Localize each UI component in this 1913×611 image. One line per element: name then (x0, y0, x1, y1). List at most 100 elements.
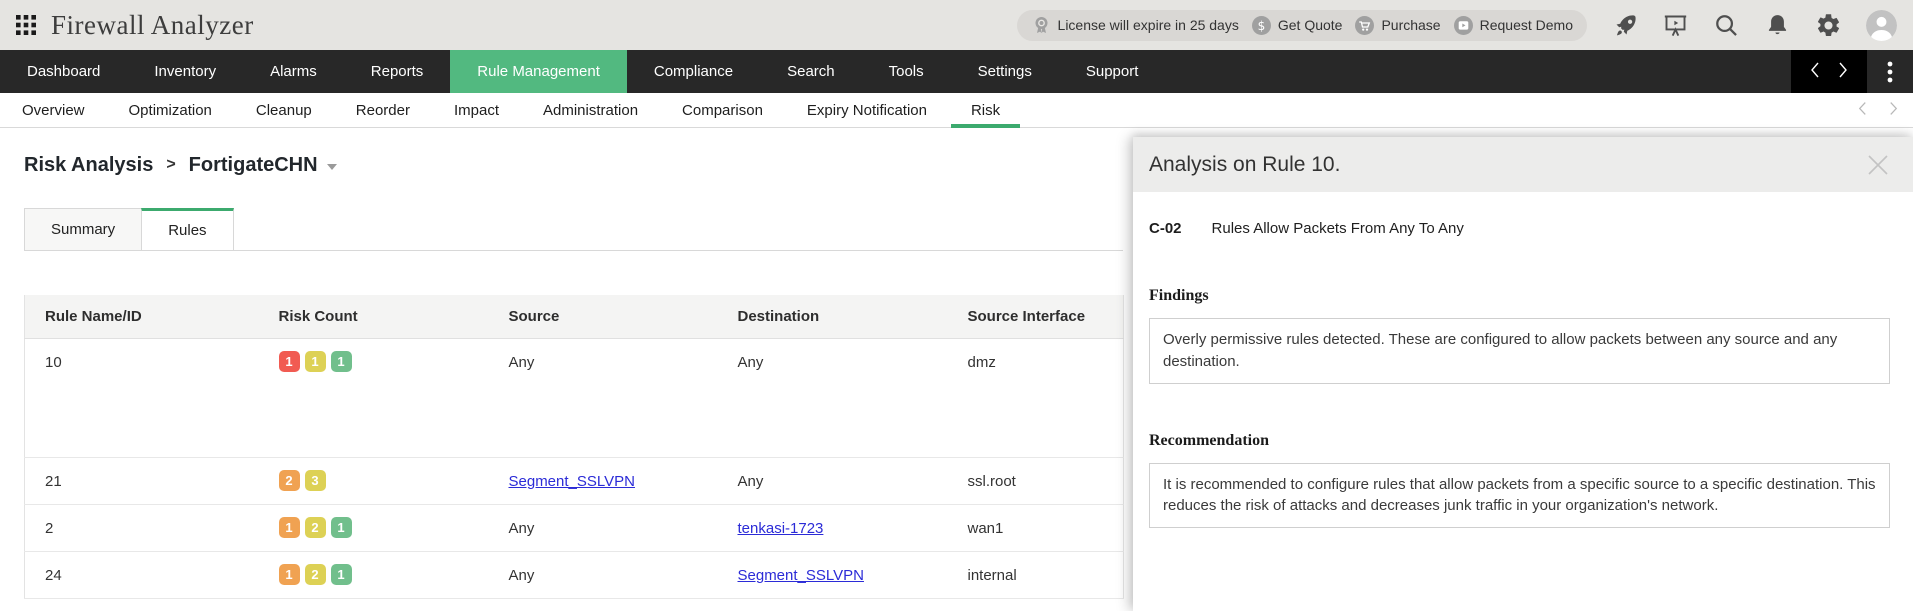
destination-link[interactable]: Segment_SSLVPN (738, 567, 864, 584)
dollar-icon: $ (1251, 15, 1272, 36)
subnav-item-administration[interactable]: Administration (521, 93, 660, 127)
header-right-cluster: License will expire in 25 days $ Get Quo… (1017, 10, 1897, 41)
nav-item-alarms[interactable]: Alarms (243, 50, 344, 93)
subnav-item-impact[interactable]: Impact (432, 93, 521, 127)
license-expiry[interactable]: License will expire in 25 days (1031, 15, 1239, 36)
search-icon[interactable] (1713, 12, 1740, 39)
findings-box: Overly permissive rules detected. These … (1149, 318, 1890, 384)
analysis-panel-title: Analysis on Rule 10. (1149, 153, 1340, 177)
nav-item-dashboard[interactable]: Dashboard (0, 50, 127, 93)
nav-item-settings[interactable]: Settings (951, 50, 1059, 93)
risk-badge-yellow[interactable]: 1 (305, 351, 326, 372)
svg-text:$: $ (1258, 19, 1266, 33)
main-nav: Dashboard Inventory Alarms Reports Rule … (0, 50, 1913, 93)
nav-scroll-right-icon[interactable] (1837, 61, 1849, 83)
table-row[interactable]: 10111AnyAnydmz (25, 339, 1124, 458)
request-demo-label: Request Demo (1480, 17, 1573, 33)
source-interface-cell: internal (948, 552, 1124, 599)
risk-code: C-02 (1149, 220, 1182, 237)
nav-overflow-kebab-icon[interactable] (1867, 50, 1913, 93)
breadcrumb-separator: > (166, 156, 175, 174)
table-row[interactable]: 2121Anytenkasi-1723wan1 (25, 505, 1124, 552)
subnav-scroll-right-icon[interactable] (1888, 101, 1899, 120)
risk-badge-yellow[interactable]: 2 (305, 517, 326, 538)
subnav-item-overview[interactable]: Overview (0, 93, 107, 127)
table-row[interactable]: 24 121 Any Segment_SSLVPN internal (25, 552, 1124, 599)
apps-grid-icon[interactable] (16, 15, 36, 35)
tab-rules[interactable]: Rules (141, 208, 233, 250)
user-avatar[interactable] (1866, 10, 1897, 41)
subnav-item-cleanup[interactable]: Cleanup (234, 93, 334, 127)
purchase-button[interactable]: Purchase (1354, 15, 1440, 36)
risk-count-cell: 121 (259, 505, 489, 552)
column-source[interactable]: Source (489, 295, 718, 339)
nav-item-compliance[interactable]: Compliance (627, 50, 760, 93)
rules-table: Rule Name/ID Risk Count Source Destinati… (24, 295, 1124, 599)
subnav-scroll-left-icon[interactable] (1857, 101, 1868, 120)
device-selector[interactable]: FortigateCHN (189, 154, 337, 177)
risk-badge-red[interactable]: 1 (279, 351, 300, 372)
column-risk-count[interactable]: Risk Count (259, 295, 489, 339)
risk-count-cell: 23 (259, 458, 489, 505)
cart-icon (1354, 15, 1375, 36)
risk-badge-yellow[interactable]: 3 (305, 470, 326, 491)
column-source-interface[interactable]: Source Interface (948, 295, 1124, 339)
destination-cell: Any (718, 458, 948, 505)
firewall-analyzer-app: Firewall Analyzer License will expire in… (0, 0, 1913, 611)
purchase-label: Purchase (1381, 17, 1440, 33)
destination-link[interactable]: tenkasi-1723 (738, 520, 824, 537)
device-name: FortigateCHN (189, 154, 318, 177)
subnav-item-reorder[interactable]: Reorder (334, 93, 432, 127)
column-destination[interactable]: Destination (718, 295, 948, 339)
recommendation-box: It is recommended to configure rules tha… (1149, 463, 1890, 529)
subnav-scroll-controls (1857, 93, 1913, 127)
source-link[interactable]: Segment_SSLVPN (509, 473, 635, 490)
nav-item-reports[interactable]: Reports (344, 50, 451, 93)
notifications-bell-icon[interactable] (1764, 12, 1791, 39)
close-icon[interactable] (1865, 152, 1891, 178)
source-interface-cell: dmz (948, 339, 1124, 458)
findings-label: Findings (1149, 287, 1890, 305)
destination-cell: Any (718, 339, 948, 458)
request-demo-button[interactable]: Request Demo (1453, 15, 1573, 36)
risk-badge-green[interactable]: 1 (331, 564, 352, 585)
rule-id-cell: 24 (25, 552, 259, 599)
app-header: Firewall Analyzer License will expire in… (0, 0, 1913, 50)
table-row[interactable]: 2123Segment_SSLVPNAnyssl.root (25, 458, 1124, 505)
presentation-demo-icon[interactable] (1662, 12, 1689, 39)
nav-item-support[interactable]: Support (1059, 50, 1166, 93)
risk-badge-orange[interactable]: 2 (279, 470, 300, 491)
chevron-down-icon (327, 164, 337, 170)
column-rule-name-id[interactable]: Rule Name/ID (25, 295, 259, 339)
risk-badge-yellow[interactable]: 2 (305, 564, 326, 585)
table-header-row: Rule Name/ID Risk Count Source Destinati… (25, 295, 1124, 339)
subnav-item-risk[interactable]: Risk (949, 93, 1022, 127)
tab-summary[interactable]: Summary (24, 208, 142, 250)
nav-item-inventory[interactable]: Inventory (127, 50, 243, 93)
nav-scroll-left-icon[interactable] (1809, 61, 1821, 83)
nav-right-controls (1791, 50, 1913, 93)
subnav-item-expiry-notification[interactable]: Expiry Notification (785, 93, 949, 127)
whats-new-rocket-icon[interactable] (1611, 12, 1638, 39)
get-quote-button[interactable]: $ Get Quote (1251, 15, 1343, 36)
get-quote-label: Get Quote (1278, 17, 1343, 33)
subnav-item-comparison[interactable]: Comparison (660, 93, 785, 127)
risk-count-cell: 111 (259, 339, 489, 458)
source-cell: Any (489, 552, 718, 599)
rule-id-cell: 10 (25, 339, 259, 458)
breadcrumb-section[interactable]: Risk Analysis (24, 154, 153, 177)
nav-item-tools[interactable]: Tools (862, 50, 951, 93)
recommendation-label: Recommendation (1149, 432, 1890, 450)
nav-item-search[interactable]: Search (760, 50, 862, 93)
risk-code-row: C-02 Rules Allow Packets From Any To Any (1149, 220, 1890, 237)
rule-management-subnav: Overview Optimization Cleanup Reorder Im… (0, 93, 1913, 128)
analysis-panel: Analysis on Rule 10. C-02 Rules Allow Pa… (1133, 137, 1913, 611)
settings-gear-icon[interactable] (1815, 12, 1842, 39)
risk-badge-green[interactable]: 1 (331, 517, 352, 538)
risk-badge-orange[interactable]: 1 (279, 564, 300, 585)
risk-badge-green[interactable]: 1 (331, 351, 352, 372)
subnav-item-optimization[interactable]: Optimization (107, 93, 234, 127)
risk-badge-orange[interactable]: 1 (279, 517, 300, 538)
rule-id-cell: 2 (25, 505, 259, 552)
nav-item-rule-management[interactable]: Rule Management (450, 50, 627, 93)
